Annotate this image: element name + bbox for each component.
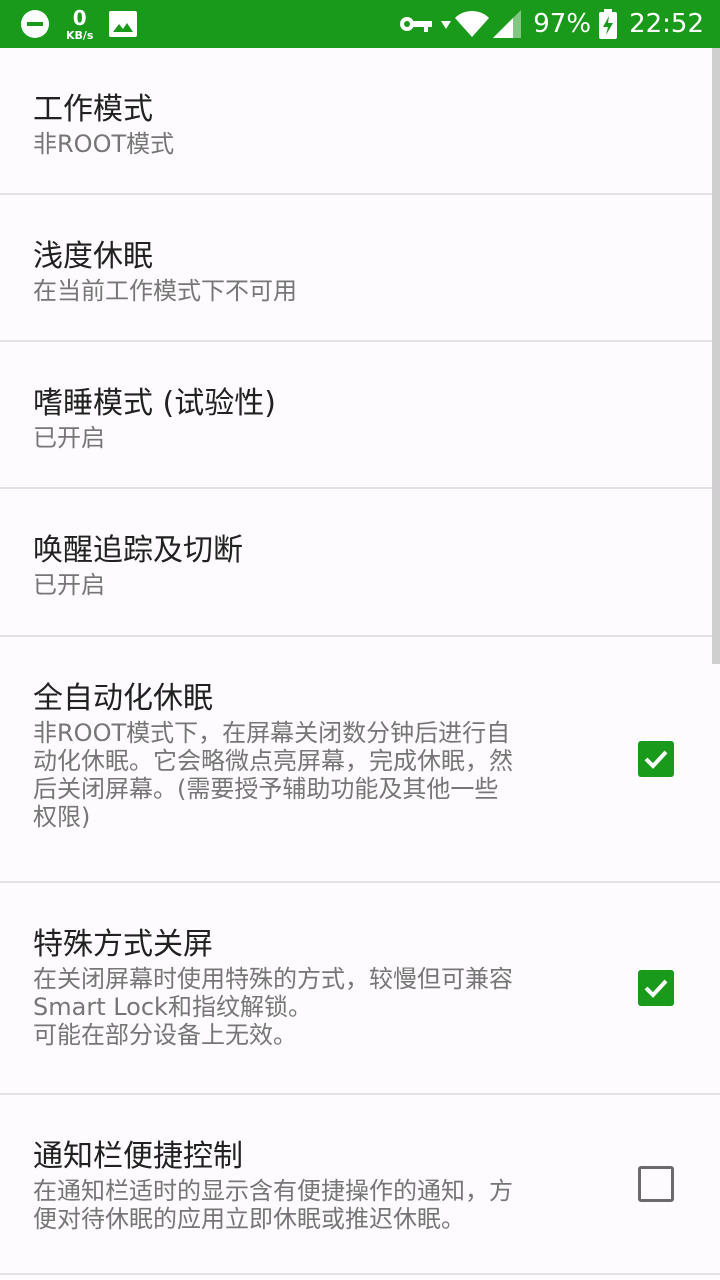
- pref-title: 唤醒追踪及切断: [33, 533, 243, 568]
- pref-auto-hibernate[interactable]: 全自动化休眠 非ROOT模式下，在屏幕关闭数分钟后进行自 动化休眠。它会略微点亮…: [0, 637, 720, 883]
- battery-charging-icon: [599, 9, 618, 39]
- arrow-down-icon: [441, 19, 452, 29]
- pref-title: 特殊方式关屏: [33, 927, 213, 962]
- pref-special-screen-off[interactable]: 特殊方式关屏 在关闭屏幕时使用特殊的方式，较慢但可兼容 Smart Lock和指…: [0, 883, 720, 1095]
- image-icon: [109, 11, 138, 37]
- pref-doze-mode[interactable]: 嗜睡模式 (试验性) 已开启: [0, 342, 720, 489]
- notification-control-checkbox[interactable]: [638, 1166, 674, 1202]
- pref-title: 嗜睡模式 (试验性): [33, 386, 276, 421]
- status-bar-left: 0 KB/s: [20, 0, 138, 48]
- pref-summary: 在当前工作模式下不可用: [33, 277, 297, 305]
- pref-title: 浅度休眠: [33, 239, 153, 274]
- vpn-key-icon: [399, 15, 433, 33]
- battery-percent: 97%: [533, 9, 592, 39]
- status-bar-right: 97% 22:52: [399, 0, 704, 48]
- net-speed-unit: KB/s: [66, 28, 94, 42]
- do-not-disturb-icon: [20, 9, 50, 39]
- auto-hibernate-checkbox[interactable]: [638, 741, 674, 777]
- pref-summary: 已开启: [33, 424, 105, 452]
- pref-notification-control[interactable]: 通知栏便捷控制 在通知栏适时的显示含有便捷操作的通知，方 便对待休眠的应用立即休…: [0, 1095, 720, 1275]
- pref-light-doze[interactable]: 浅度休眠 在当前工作模式下不可用: [0, 195, 720, 342]
- net-speed-value: 0: [72, 5, 87, 30]
- pref-summary: 已开启: [33, 571, 105, 599]
- pref-title: 全自动化休眠: [33, 681, 213, 716]
- clock: 22:52: [629, 9, 704, 39]
- signal-icon: [493, 10, 522, 38]
- pref-wakeup-tracking[interactable]: 唤醒追踪及切断 已开启: [0, 489, 720, 637]
- pref-summary: 非ROOT模式下，在屏幕关闭数分钟后进行自 动化休眠。它会略微点亮屏幕，完成休眠…: [33, 719, 513, 831]
- scrollbar[interactable]: [712, 48, 720, 664]
- status-bar: 0 KB/s 97% 22:52: [0, 0, 720, 48]
- pref-title: 工作模式: [33, 92, 153, 127]
- wifi-icon: [455, 10, 490, 38]
- pref-work-mode[interactable]: 工作模式 非ROOT模式: [0, 48, 720, 195]
- pref-summary: 在关闭屏幕时使用特殊的方式，较慢但可兼容 Smart Lock和指纹解锁。 可能…: [33, 965, 513, 1049]
- check-icon: [644, 979, 668, 998]
- settings-list: 工作模式 非ROOT模式 浅度休眠 在当前工作模式下不可用 嗜睡模式 (试验性)…: [0, 48, 720, 1280]
- special-screen-off-checkbox[interactable]: [638, 970, 674, 1006]
- pref-title: 通知栏便捷控制: [33, 1139, 243, 1174]
- check-icon: [644, 750, 668, 769]
- pref-summary: 非ROOT模式: [33, 130, 175, 158]
- pref-summary: 在通知栏适时的显示含有便捷操作的通知，方 便对待休眠的应用立即休眠或推迟休眠。: [33, 1177, 513, 1233]
- net-speed: 0 KB/s: [66, 8, 93, 41]
